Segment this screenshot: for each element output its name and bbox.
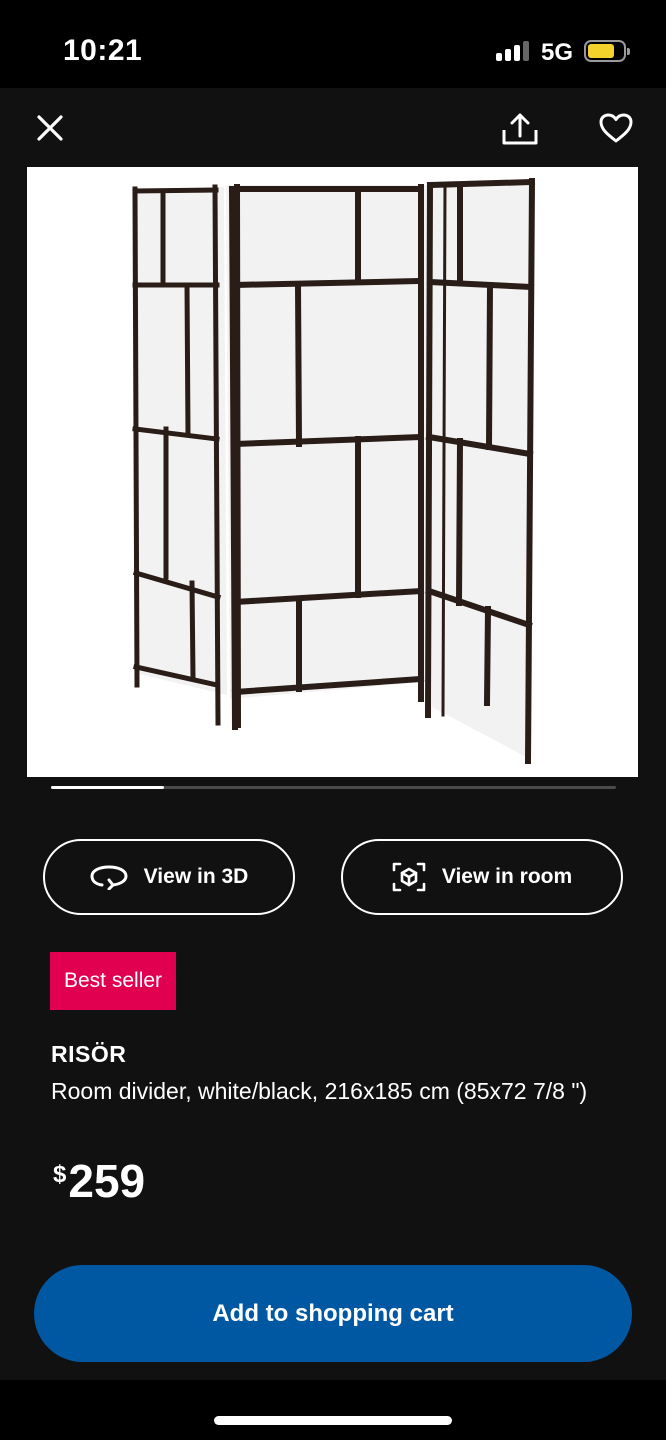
ar-cube-icon [392, 862, 426, 892]
signal-icon [496, 41, 529, 61]
product-image[interactable] [27, 167, 638, 777]
close-icon [37, 115, 63, 141]
home-indicator[interactable] [214, 1416, 452, 1425]
heart-icon [599, 113, 633, 143]
carousel-progress [51, 786, 616, 789]
view-in-3d-button[interactable]: View in 3D [43, 839, 295, 915]
view-in-room-label: View in room [441, 865, 573, 888]
product-name: RISÖR [51, 1041, 127, 1067]
product-price: $ 259 [53, 1153, 145, 1209]
product-description: Room divider, white/black, 216x185 cm (8… [51, 1078, 588, 1104]
room-divider-image [132, 177, 536, 765]
view-in-room-button[interactable]: View in room [341, 839, 623, 915]
best-seller-badge: Best seller [50, 952, 177, 1010]
network-label: 5G [541, 39, 574, 66]
price-amount: 259 [68, 1155, 146, 1207]
bottom-safe-area [0, 1380, 666, 1440]
rotate-3d-icon [90, 865, 128, 890]
top-bar [0, 88, 666, 168]
price-currency: $ [53, 1161, 67, 1188]
share-icon [502, 113, 538, 145]
share-button[interactable] [496, 105, 544, 153]
close-button[interactable] [30, 108, 70, 148]
status-time: 10:21 [63, 34, 143, 67]
status-bar: 10:21 5G [0, 0, 666, 88]
battery-icon [584, 40, 630, 62]
view-in-3d-label: View in 3D [143, 865, 249, 888]
carousel-progress-fill [51, 786, 164, 789]
add-to-cart-button[interactable]: Add to shopping cart [34, 1265, 632, 1362]
favorite-button[interactable] [594, 106, 638, 150]
